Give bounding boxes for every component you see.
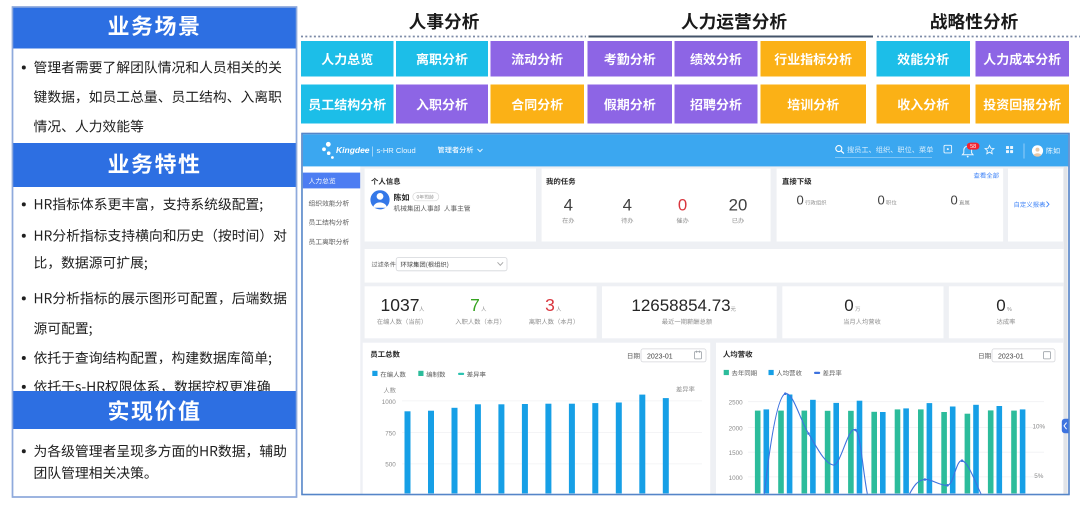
svg-text:1000: 1000 — [729, 475, 744, 482]
svg-text:500: 500 — [385, 461, 396, 468]
svg-text:10%: 10% — [1033, 424, 1046, 431]
svg-text:4: 4 — [564, 195, 573, 214]
svg-text:0: 0 — [844, 296, 853, 315]
svg-text:2023-01: 2023-01 — [998, 353, 1024, 360]
svg-text:58: 58 — [970, 144, 976, 150]
svg-text:0: 0 — [878, 193, 885, 208]
svg-text:2000: 2000 — [729, 425, 744, 432]
svg-text:5%: 5% — [1034, 473, 1044, 480]
svg-text:0: 0 — [996, 296, 1005, 315]
svg-text:Kingdee: Kingdee — [336, 145, 370, 155]
svg-text:%: % — [1007, 307, 1012, 313]
svg-text:12658854.73: 12658854.73 — [631, 296, 730, 315]
svg-text:0: 0 — [678, 195, 687, 214]
svg-text:3: 3 — [545, 295, 555, 315]
svg-text:7: 7 — [470, 295, 480, 315]
svg-text:0: 0 — [951, 193, 958, 208]
svg-text:2023-01: 2023-01 — [647, 353, 673, 360]
svg-text:750: 750 — [385, 430, 396, 437]
svg-text:1037: 1037 — [381, 295, 420, 315]
svg-text:20: 20 — [729, 195, 748, 214]
svg-text:4: 4 — [623, 195, 632, 214]
svg-text:0: 0 — [797, 193, 804, 208]
svg-text:1000: 1000 — [382, 399, 397, 406]
svg-text:s-HR Cloud: s-HR Cloud — [377, 146, 416, 155]
svg-text:2500: 2500 — [729, 400, 744, 407]
svg-text:1500: 1500 — [729, 450, 744, 457]
